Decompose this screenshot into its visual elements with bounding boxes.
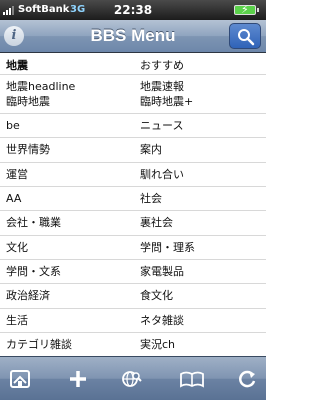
category-row: 運営 馴れ合い xyxy=(0,163,266,187)
category-item-left[interactable]: カテゴリ雑談 xyxy=(6,337,131,352)
status-bar: SoftBank 3G 22:38 ⚡ xyxy=(0,0,266,20)
category-item-right[interactable]: ネタ雑談 xyxy=(140,313,262,328)
category-item-right[interactable]: 食文化 xyxy=(140,288,262,303)
search-button[interactable] xyxy=(229,23,261,49)
category-item-left[interactable]: 文化 xyxy=(6,240,131,255)
category-item-right[interactable]: 馴れ合い xyxy=(140,167,262,182)
home-icon xyxy=(10,370,30,388)
category-item-right[interactable]: 社会 xyxy=(140,191,262,206)
category-item-left[interactable]: 会社・職業 xyxy=(6,215,131,230)
category-item-left[interactable]: 運営 xyxy=(6,167,131,182)
category-grid: 地震 おすすめ 地震headline 臨時地震 地震速報 臨時地震+ be ニュース 世界情… xyxy=(0,54,266,356)
battery-icon: ⚡ xyxy=(234,3,259,16)
navigation-bar: i BBS Menu xyxy=(0,20,266,53)
category-row: 文化 学問・理系 xyxy=(0,236,266,260)
category-item-left[interactable]: 学問・文系 xyxy=(6,264,131,279)
page-title: BBS Menu xyxy=(90,26,176,45)
category-item-left[interactable]: 地震headline 臨時地震 xyxy=(6,79,131,109)
refresh-button[interactable] xyxy=(236,367,262,391)
category-item-right[interactable]: 実況ch xyxy=(140,337,262,352)
refresh-icon xyxy=(239,370,256,388)
category-row: 地震headline 臨時地震 地震速報 臨時地震+ xyxy=(0,75,266,114)
category-item-right[interactable]: 案内 xyxy=(140,142,262,157)
category-row: 会社・職業 裏社会 xyxy=(0,211,266,236)
category-row: 世界情勢 案内 xyxy=(0,138,266,163)
bookmarks-button[interactable] xyxy=(179,367,205,391)
home-button[interactable] xyxy=(8,367,34,391)
category-item-left[interactable]: 政治経済 xyxy=(6,288,131,303)
category-item-right[interactable]: 地震速報 臨時地震+ xyxy=(140,79,262,109)
category-item-right[interactable]: 家電製品 xyxy=(140,264,262,279)
category-item-right[interactable]: 裏社会 xyxy=(140,215,262,230)
category-row: カテゴリ雑談 実況ch xyxy=(0,333,266,356)
add-icon xyxy=(70,371,86,387)
category-row: 生活 ネタ雑談 xyxy=(0,309,266,333)
category-row: be ニュース xyxy=(0,114,266,138)
category-item-right[interactable]: ニュース xyxy=(140,118,262,133)
bottom-toolbar xyxy=(0,356,266,400)
category-item-left[interactable]: 世界情勢 xyxy=(6,142,131,157)
category-row: AA 社会 xyxy=(0,187,266,211)
bookmarks-icon xyxy=(180,371,204,388)
category-item-left[interactable]: 生活 xyxy=(6,313,131,328)
category-row: 地震 おすすめ xyxy=(0,54,266,75)
globe-search-icon xyxy=(122,371,142,387)
globe-search-button[interactable] xyxy=(120,367,146,391)
category-item-right[interactable]: おすすめ xyxy=(140,58,262,73)
category-item-left[interactable]: be xyxy=(6,118,131,133)
category-item-left[interactable]: AA xyxy=(6,191,131,206)
category-item-left[interactable]: 地震 xyxy=(6,58,131,73)
category-row: 政治経済 食文化 xyxy=(0,284,266,309)
search-icon xyxy=(238,29,255,46)
clock: 22:38 xyxy=(113,3,153,17)
add-button[interactable] xyxy=(66,367,92,391)
category-item-right[interactable]: 学問・理系 xyxy=(140,240,262,255)
category-row: 学問・文系 家電製品 xyxy=(0,260,266,284)
